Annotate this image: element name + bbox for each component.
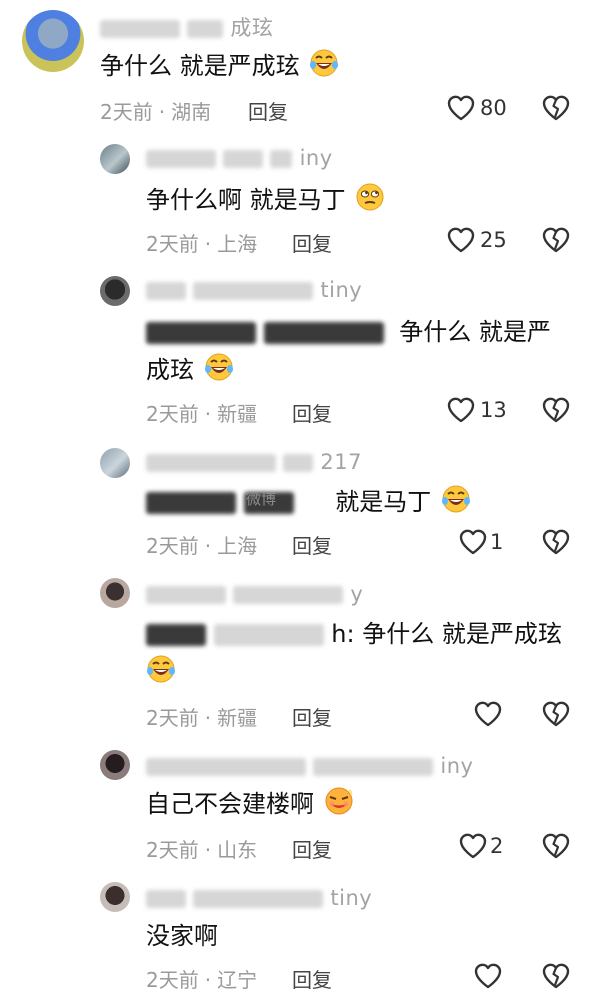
like-heart-icon[interactable] — [446, 225, 476, 255]
comment-time: 2天前 — [146, 402, 199, 426]
dislike-broken-heart-icon[interactable] — [541, 93, 571, 123]
reply-button[interactable]: 回复 — [292, 530, 332, 559]
dislike-broken-heart-icon[interactable] — [541, 225, 571, 255]
comment-meta: 2天前 · 新疆 — [146, 706, 258, 730]
comment-username[interactable]: tiny — [146, 886, 372, 910]
comment-username[interactable]: tiny — [146, 278, 362, 302]
comment-location: 新疆 — [217, 706, 258, 730]
comment-text: 争什么 就是严成玹 — [100, 48, 340, 84]
laugh-emoji-icon — [309, 49, 340, 77]
like-count: 2 — [490, 834, 504, 858]
avatar[interactable] — [22, 10, 84, 72]
comment-location: 山东 — [217, 838, 258, 862]
dislike-broken-heart-icon[interactable] — [541, 395, 571, 425]
comment-text: 就是马丁 — [146, 484, 471, 520]
comment-location: 湖南 — [171, 100, 212, 124]
like-heart-icon[interactable] — [458, 831, 488, 861]
like-heart-icon[interactable] — [446, 395, 476, 425]
avatar[interactable] — [100, 578, 130, 608]
comment-location: 上海 — [217, 534, 258, 558]
comment-username[interactable]: iny — [146, 146, 333, 170]
like-heart-icon[interactable] — [473, 699, 503, 729]
comment-username[interactable]: iny — [146, 754, 473, 778]
avatar[interactable] — [100, 448, 130, 478]
comment-meta: 2天前 · 上海 — [146, 232, 258, 256]
comment-time: 2天前 — [146, 968, 199, 992]
comment-time: 2天前 — [146, 232, 199, 256]
avatar[interactable] — [100, 276, 130, 306]
laugh-emoji-icon — [146, 655, 176, 683]
comment-meta: 2天前 · 山东 — [146, 838, 258, 862]
avatar[interactable] — [100, 144, 130, 174]
like-count: 25 — [480, 228, 507, 252]
comment-time: 2天前 — [146, 838, 199, 862]
dislike-broken-heart-icon[interactable] — [541, 961, 571, 991]
like-heart-icon[interactable] — [458, 527, 488, 557]
reply-button[interactable]: 回复 — [292, 964, 332, 993]
comment-username[interactable]: 成玹 — [100, 12, 273, 42]
comment-meta: 2天前 · 新疆 — [146, 402, 258, 426]
comment-text: h: 争什么 就是严成玹 — [146, 616, 562, 652]
comment-text: 争什么 就是严 — [146, 314, 551, 350]
reply-button[interactable]: 回复 — [292, 228, 332, 257]
reply-button[interactable]: 回复 — [248, 96, 288, 125]
comment-text-line2: 成玹 — [146, 352, 234, 388]
comment-text: 自己不会建楼啊 — [146, 786, 354, 822]
comment-text-line2 — [146, 654, 176, 690]
comment-time: 2天前 — [100, 100, 153, 124]
eyeroll-emoji-icon — [356, 183, 385, 211]
comment-text: 没家啊 — [146, 922, 218, 950]
like-count: 80 — [480, 96, 507, 120]
like-count: 13 — [480, 398, 507, 422]
comment-location: 辽宁 — [217, 968, 258, 992]
comment-username[interactable]: y — [146, 582, 363, 606]
laugh-emoji-icon — [203, 353, 234, 381]
comment-meta: 2天前 · 上海 — [146, 534, 258, 558]
like-heart-icon[interactable] — [473, 961, 503, 991]
comment-location: 新疆 — [217, 402, 258, 426]
laugh-emoji-icon — [440, 485, 471, 513]
dislike-broken-heart-icon[interactable] — [541, 831, 571, 861]
reply-button[interactable]: 回复 — [292, 702, 332, 731]
smirk-emoji-icon — [324, 787, 353, 815]
comment-meta: 2天前 · 辽宁 — [146, 968, 258, 992]
comment-username[interactable]: 217 — [146, 450, 362, 474]
watermark: 微博 — [246, 490, 277, 508]
comment-meta: 2天前 · 湖南 — [100, 100, 212, 124]
like-heart-icon[interactable] — [446, 93, 476, 123]
reply-button[interactable]: 回复 — [292, 398, 332, 427]
avatar[interactable] — [100, 882, 130, 912]
dislike-broken-heart-icon[interactable] — [541, 527, 571, 557]
reply-button[interactable]: 回复 — [292, 834, 332, 863]
comment-text: 争什么啊 就是马丁 — [146, 182, 385, 218]
comment-time: 2天前 — [146, 534, 199, 558]
comment-time: 2天前 — [146, 706, 199, 730]
avatar[interactable] — [100, 750, 130, 780]
dislike-broken-heart-icon[interactable] — [541, 699, 571, 729]
like-count: 1 — [490, 530, 504, 554]
comment-location: 上海 — [217, 232, 258, 256]
